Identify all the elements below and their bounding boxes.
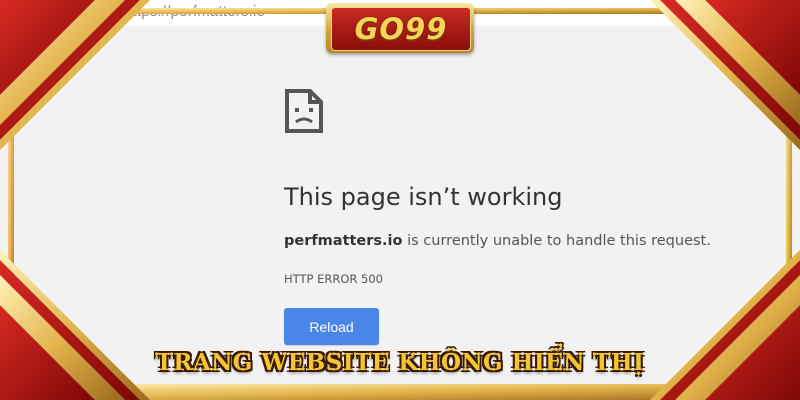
screenshot-stage: https://perfmatters.io This page isn’t w… <box>0 0 800 400</box>
caption-banner: TRANG WEBSITE KHÔNG HIỂN THỊ <box>155 349 645 376</box>
logo-plate: GO99 <box>331 7 471 51</box>
sad-page-icon <box>285 89 323 133</box>
error-domain: perfmatters.io <box>284 233 403 249</box>
reload-button[interactable]: Reload <box>284 308 379 345</box>
logo-text: GO99 <box>354 12 448 46</box>
error-description: perfmatters.io is currently unable to ha… <box>284 233 711 249</box>
error-description-text: is currently unable to handle this reque… <box>402 233 711 249</box>
go99-logo: GO99 <box>326 3 474 53</box>
error-title: This page isn’t working <box>284 183 563 211</box>
error-code: HTTP ERROR 500 <box>284 272 383 286</box>
error-page-content <box>0 26 800 400</box>
url-text[interactable]: https://perfmatters.io <box>124 3 265 20</box>
